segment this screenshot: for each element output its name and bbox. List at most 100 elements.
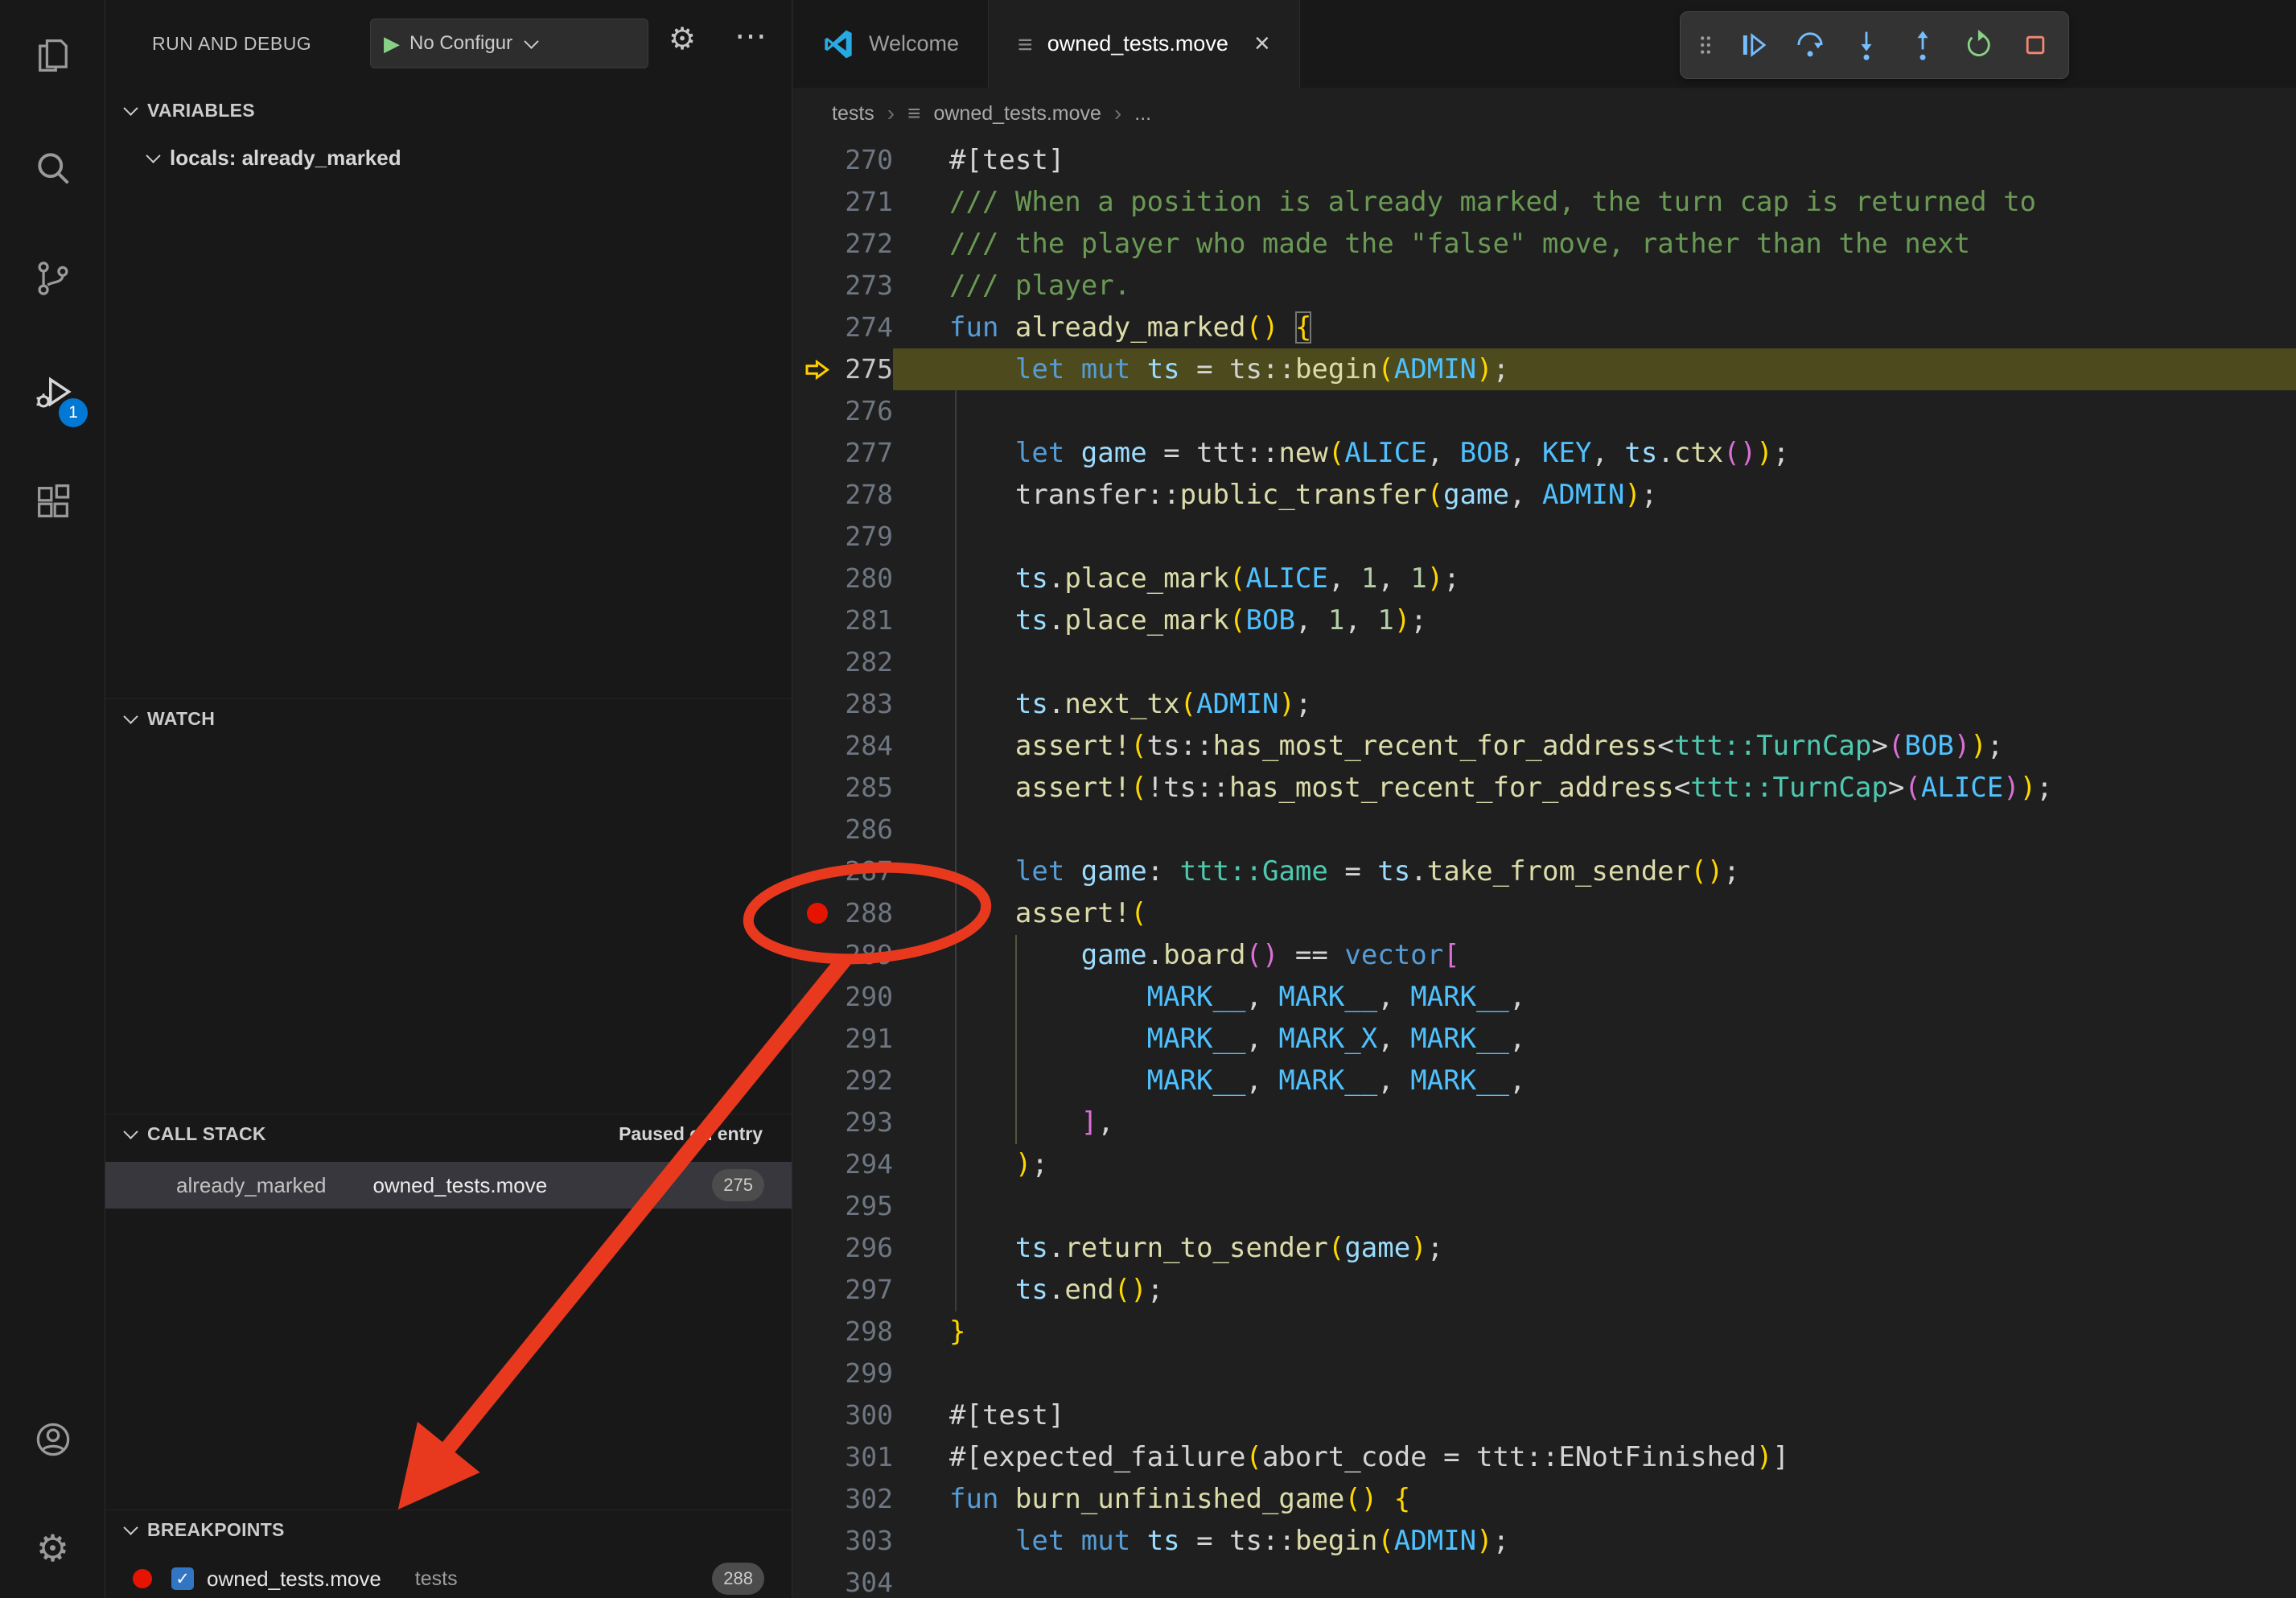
start-debug-icon[interactable]: ▶ bbox=[384, 31, 400, 56]
step-into-button[interactable] bbox=[1841, 20, 1891, 70]
breakpoint-gutter[interactable] bbox=[793, 474, 841, 516]
code-line-text[interactable]: let mut ts = ts::begin(ADMIN); bbox=[893, 1520, 2296, 1562]
section-watch[interactable]: WATCH bbox=[105, 698, 792, 739]
breakpoint-gutter[interactable] bbox=[793, 139, 841, 181]
breadcrumb-file[interactable]: owned_tests.move bbox=[933, 102, 1101, 126]
breakpoint-gutter[interactable] bbox=[793, 850, 841, 892]
code-line-text[interactable]: } bbox=[893, 1311, 2296, 1353]
tab-welcome[interactable]: Welcome bbox=[793, 0, 989, 88]
code-line-text[interactable]: #[expected_failure(abort_code = ttt::ENo… bbox=[893, 1436, 2296, 1478]
close-icon[interactable]: × bbox=[1254, 28, 1270, 60]
code-line-text[interactable]: /// the player who made the "false" move… bbox=[893, 223, 2296, 265]
call-stack-frame[interactable]: already_marked owned_tests.move 275 bbox=[105, 1162, 792, 1209]
code-line-text[interactable]: let game: ttt::Game = ts.take_from_sende… bbox=[893, 850, 2296, 892]
continue-button[interactable] bbox=[1729, 20, 1779, 70]
sidebar-item-explorer[interactable] bbox=[0, 11, 105, 100]
code-line-text[interactable]: assert!(ts::has_most_recent_for_address<… bbox=[893, 725, 2296, 767]
breakpoint-gutter[interactable] bbox=[793, 599, 841, 641]
breakpoint-gutter[interactable] bbox=[793, 1520, 841, 1562]
breakpoint-gutter[interactable] bbox=[793, 767, 841, 809]
code-line-text[interactable] bbox=[893, 516, 2296, 558]
code-line-text[interactable]: ts.return_to_sender(game); bbox=[893, 1227, 2296, 1269]
code-line-text[interactable]: MARK__, MARK_X, MARK__, bbox=[893, 1018, 2296, 1060]
code-line-text[interactable]: ); bbox=[893, 1143, 2296, 1185]
breakpoint-checkbox[interactable]: ✓ bbox=[171, 1567, 194, 1590]
drag-handle[interactable] bbox=[1689, 20, 1722, 70]
code-line-text[interactable]: assert!(!ts::has_most_recent_for_address… bbox=[893, 767, 2296, 809]
breakpoint-gutter[interactable] bbox=[793, 976, 841, 1018]
tab-owned-tests-move[interactable]: ≡ owned_tests.move × bbox=[989, 0, 1300, 88]
code-line-text[interactable]: let game = ttt::new(ALICE, BOB, KEY, ts.… bbox=[893, 432, 2296, 474]
breakpoint-gutter[interactable] bbox=[793, 1018, 841, 1060]
code-line-text[interactable]: assert!( bbox=[893, 892, 2296, 934]
gear-icon[interactable]: ⚙ bbox=[669, 21, 696, 57]
breakpoint-gutter[interactable] bbox=[793, 1562, 841, 1598]
variables-scope-row[interactable]: locals: already_marked bbox=[105, 137, 792, 179]
restart-button[interactable] bbox=[1954, 20, 2004, 70]
breakpoint-gutter[interactable] bbox=[793, 1227, 841, 1269]
breakpoint-gutter[interactable] bbox=[793, 432, 841, 474]
stop-button[interactable] bbox=[2010, 20, 2060, 70]
breakpoint-gutter[interactable] bbox=[793, 558, 841, 599]
code-line-text[interactable]: ts.place_mark(BOB, 1, 1); bbox=[893, 599, 2296, 641]
breakpoint-gutter[interactable] bbox=[793, 1269, 841, 1311]
breakpoint-gutter[interactable] bbox=[793, 181, 841, 223]
section-breakpoints[interactable]: BREAKPOINTS bbox=[105, 1509, 792, 1550]
code-line-text[interactable] bbox=[893, 1353, 2296, 1394]
breakpoint-gutter[interactable] bbox=[793, 934, 841, 976]
step-out-button[interactable] bbox=[1898, 20, 1948, 70]
sidebar-item-source-control[interactable] bbox=[0, 234, 105, 323]
breakpoint-gutter[interactable] bbox=[793, 683, 841, 725]
code-line-text[interactable] bbox=[893, 809, 2296, 850]
breakpoint-gutter[interactable] bbox=[793, 809, 841, 850]
breakpoint-gutter[interactable] bbox=[793, 223, 841, 265]
code-line-text[interactable]: /// player. bbox=[893, 265, 2296, 307]
breakpoint-gutter[interactable] bbox=[793, 348, 841, 390]
section-call-stack[interactable]: CALL STACK Paused on entry bbox=[105, 1114, 792, 1154]
breakpoint-gutter[interactable] bbox=[793, 265, 841, 307]
code-line-text[interactable]: fun already_marked() { bbox=[893, 307, 2296, 348]
debug-config-dropdown[interactable]: ▶ No Configur bbox=[370, 19, 648, 68]
breadcrumb-tests[interactable]: tests bbox=[832, 102, 874, 126]
code-line-text[interactable] bbox=[893, 1562, 2296, 1598]
code-line-text[interactable]: transfer::public_transfer(game, ADMIN); bbox=[893, 474, 2296, 516]
breakpoint-gutter[interactable] bbox=[793, 390, 841, 432]
code-line-text[interactable]: ], bbox=[893, 1102, 2296, 1143]
breakpoint-gutter[interactable] bbox=[793, 516, 841, 558]
breakpoint-gutter[interactable] bbox=[793, 1102, 841, 1143]
code-line-text[interactable] bbox=[893, 641, 2296, 683]
section-variables[interactable]: VARIABLES bbox=[105, 90, 792, 130]
code-line-text[interactable]: ts.next_tx(ADMIN); bbox=[893, 683, 2296, 725]
breakpoint-gutter[interactable] bbox=[793, 892, 841, 934]
step-over-button[interactable] bbox=[1785, 20, 1835, 70]
code-line-text[interactable]: MARK__, MARK__, MARK__, bbox=[893, 1060, 2296, 1102]
code-line-text[interactable]: #[test] bbox=[893, 139, 2296, 181]
code-line-text[interactable] bbox=[893, 390, 2296, 432]
code-line-text[interactable]: ts.place_mark(ALICE, 1, 1); bbox=[893, 558, 2296, 599]
breakpoint-gutter[interactable] bbox=[793, 1185, 841, 1227]
code-line-text[interactable]: MARK__, MARK__, MARK__, bbox=[893, 976, 2296, 1018]
code-line-text[interactable]: fun burn_unfinished_game() { bbox=[893, 1478, 2296, 1520]
breakpoint-gutter[interactable] bbox=[793, 725, 841, 767]
breakpoint-gutter[interactable] bbox=[793, 1311, 841, 1353]
account-button[interactable] bbox=[0, 1395, 105, 1484]
code-line-text[interactable]: game.board() == vector[ bbox=[893, 934, 2296, 976]
breakpoint-gutter[interactable] bbox=[793, 1143, 841, 1185]
more-actions-icon[interactable]: ⋯ bbox=[734, 18, 767, 55]
breadcrumb-more[interactable]: ... bbox=[1134, 102, 1151, 126]
breakpoint-list-item[interactable]: ✓ owned_tests.move tests 288 bbox=[105, 1558, 792, 1598]
code-line-text[interactable]: let mut ts = ts::begin(ADMIN); bbox=[893, 348, 2296, 390]
settings-button[interactable]: ⚙ bbox=[0, 1504, 105, 1592]
breakpoint-gutter[interactable] bbox=[793, 1478, 841, 1520]
breakpoint-gutter[interactable] bbox=[793, 1060, 841, 1102]
breakpoint-gutter[interactable] bbox=[793, 1436, 841, 1478]
breakpoint-gutter[interactable] bbox=[793, 641, 841, 683]
code-line-text[interactable]: ts.end(); bbox=[893, 1269, 2296, 1311]
sidebar-item-search[interactable] bbox=[0, 124, 105, 212]
code-line-text[interactable]: #[test] bbox=[893, 1394, 2296, 1436]
code-line-text[interactable]: /// When a position is already marked, t… bbox=[893, 181, 2296, 223]
sidebar-item-extensions[interactable] bbox=[0, 458, 105, 546]
breakpoint-gutter[interactable] bbox=[793, 1353, 841, 1394]
code-line-text[interactable] bbox=[893, 1185, 2296, 1227]
breakpoint-gutter[interactable] bbox=[793, 307, 841, 348]
